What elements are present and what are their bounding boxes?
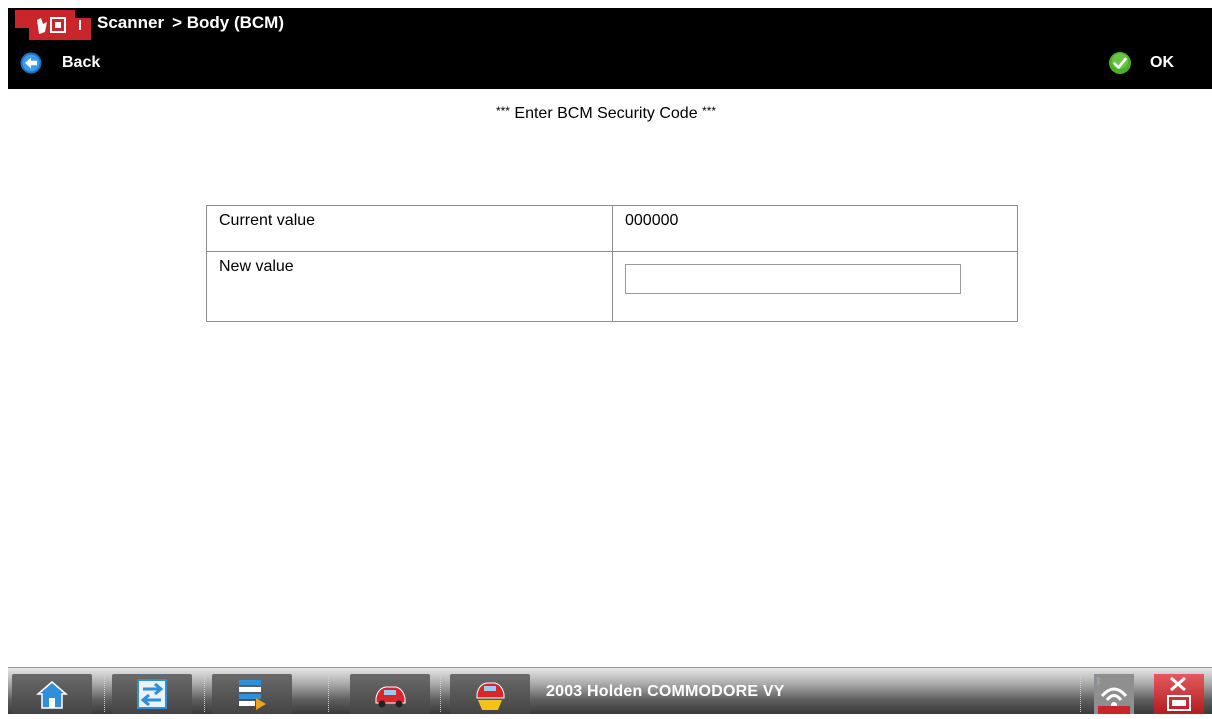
exit-icon: [1167, 676, 1191, 711]
ok-button-label: OK: [1150, 54, 1174, 71]
connection-status-button[interactable]: ᛒ: [1088, 674, 1138, 714]
svg-text:ᛒ: ᛒ: [1096, 676, 1101, 687]
title-text: Enter BCM Security Code: [514, 105, 698, 122]
taskbar: 2003 Holden COMMODORE VY ᛒ: [8, 667, 1212, 714]
taskbar-divider: [104, 676, 105, 712]
page-title: *** Enter BCM Security Code ***: [0, 104, 1212, 123]
new-value-input[interactable]: [625, 264, 961, 294]
breadcrumb-app-name: Scanner: [97, 13, 165, 32]
title-stars-left: ***: [495, 104, 510, 118]
vehicle-description: 2003 Holden COMMODORE VY: [546, 683, 785, 700]
taskbar-divider: [204, 676, 205, 712]
back-button-label: Back: [62, 54, 101, 71]
breadcrumb: Scanner > Body (BCM): [97, 13, 292, 33]
data-transfer-icon: [137, 679, 167, 709]
back-arrow-icon: [20, 52, 42, 74]
new-value-cell: [612, 251, 1018, 322]
data-list-button[interactable]: [212, 674, 292, 714]
exit-button[interactable]: [1154, 674, 1204, 714]
taskbar-divider: [440, 676, 441, 712]
vehicle-button[interactable]: [350, 674, 430, 714]
breadcrumb-current: > Body (BCM): [172, 13, 285, 32]
current-value-label: Current value: [206, 205, 613, 252]
checkmark-icon: [1109, 52, 1131, 74]
vehicle-info-icon: [476, 682, 505, 710]
security-code-table: Current value 000000 New value: [206, 205, 1018, 322]
home-icon: [35, 681, 69, 709]
data-list-icon: [239, 680, 266, 710]
home-button[interactable]: [12, 674, 92, 714]
table-row: Current value 000000: [206, 205, 1018, 252]
vehicle-info-button[interactable]: [450, 674, 530, 714]
data-transfer-button[interactable]: [112, 674, 192, 714]
taskbar-divider: [328, 676, 329, 712]
ok-button[interactable]: OK: [1108, 50, 1174, 76]
new-value-label: New value: [206, 251, 613, 322]
title-stars-right: ***: [702, 104, 717, 118]
connection-status-icon: ᛒ: [1094, 674, 1134, 714]
scanner-logo-icon: [15, 10, 91, 40]
taskbar-divider: [1080, 676, 1081, 712]
back-button[interactable]: Back: [20, 50, 100, 76]
vehicle-icon: [375, 686, 406, 708]
table-row: New value: [206, 251, 1018, 322]
current-value: 000000: [612, 205, 1018, 252]
header-bar: Scanner > Body (BCM) Back OK: [8, 8, 1212, 89]
